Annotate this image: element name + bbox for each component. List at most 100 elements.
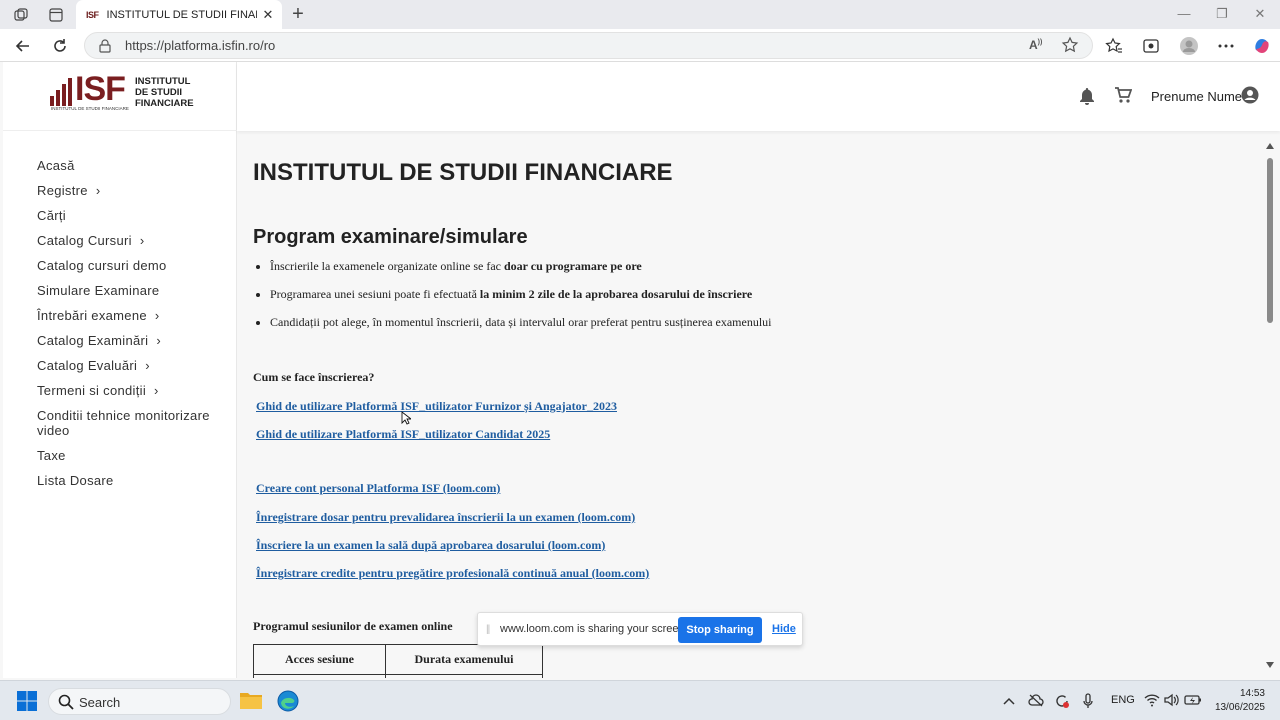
user-name[interactable]: Prenume Nume xyxy=(1151,89,1242,104)
url-text[interactable]: https://platforma.isfin.ro/ro xyxy=(125,38,275,53)
chevron-right-icon: › xyxy=(156,333,161,348)
chevron-right-icon: › xyxy=(139,233,145,248)
sidebar-item-lista-dosare[interactable]: Lista Dosare xyxy=(37,473,227,488)
chevron-up-icon[interactable] xyxy=(1003,693,1015,711)
sidebar-divider xyxy=(3,130,237,131)
battery-icon[interactable] xyxy=(1184,693,1202,711)
account-circle-icon[interactable] xyxy=(1241,86,1259,109)
lock-icon[interactable] xyxy=(99,39,111,58)
table-row: Acces sesiune Durata examenului xyxy=(253,644,543,675)
sidebar-item-catalog-evaluari[interactable]: Catalog Evaluări › xyxy=(37,358,227,373)
sidebar-item-catalog-cursuri[interactable]: Catalog Cursuri › xyxy=(37,233,227,248)
sidebar-item-simulare-examinare[interactable]: Simulare Examinare xyxy=(37,283,227,298)
cloud-icon[interactable] xyxy=(1028,693,1044,712)
mouse-cursor-icon xyxy=(401,411,411,425)
close-window-icon[interactable]: ✕ xyxy=(1252,6,1268,22)
sync-icon[interactable] xyxy=(1054,693,1070,714)
chevron-right-icon: › xyxy=(154,308,160,323)
sidebar-item-intrebari-examene[interactable]: Întrebări examene › xyxy=(37,308,227,323)
page-title: INSTITUTUL DE STUDII FINANCIARE xyxy=(253,159,673,186)
video-register-dossier-link[interactable]: Înregistrare dosar pentru prevalidarea î… xyxy=(256,510,635,525)
section-title: Program examinare/simulare xyxy=(253,226,528,248)
search-label: Search xyxy=(79,695,121,710)
page-header: Prenume Nume xyxy=(237,62,1280,131)
file-explorer-icon[interactable] xyxy=(239,689,263,716)
favorite-star-icon[interactable] xyxy=(1061,36,1079,59)
list-item: Programarea unei sesiuni poate fi efectu… xyxy=(270,287,772,301)
sessions-table: Acces sesiune Durata examenului xyxy=(253,644,543,678)
table-cell xyxy=(385,674,543,678)
favorites-icon[interactable] xyxy=(1103,35,1125,57)
drag-handle-icon[interactable]: || xyxy=(486,624,490,635)
copilot-icon[interactable] xyxy=(1251,35,1273,57)
how-to-register-heading: Cum se face înscrierea? xyxy=(253,370,375,384)
restore-icon[interactable]: ❐ xyxy=(1214,6,1230,22)
sharing-message: www.loom.com is sharing your screen. xyxy=(500,623,688,635)
logo-bars-icon xyxy=(50,78,72,106)
list-item: Înscrierile la examenele organizate onli… xyxy=(270,259,772,273)
table-row xyxy=(253,674,543,678)
browser-titlebar: ISF INSTITUTUL DE STUDII FINANCIARE ✕ + … xyxy=(0,0,1280,29)
sidebar-item-acasa[interactable]: Acasă xyxy=(37,158,227,173)
extensions-icon[interactable] xyxy=(1140,35,1162,57)
scrollbar-thumb[interactable] xyxy=(1267,158,1273,323)
browser-toolbar: https://platforma.isfin.ro/ro A)) xyxy=(0,29,1280,62)
sidebar-item-catalog-cursuri-demo[interactable]: Catalog cursuri demo xyxy=(37,258,227,273)
clock-date: 13/06/2025 xyxy=(1214,702,1265,713)
sidebar-item-conditii-tehnice[interactable]: Conditii tehnice monitorizare video xyxy=(37,408,227,438)
page-scrollbar[interactable] xyxy=(1264,143,1276,678)
isf-logo[interactable]: ISF INSTITUTUL DE STUDII FINANCIARE INST… xyxy=(50,70,210,114)
profile-avatar-icon[interactable] xyxy=(1178,35,1200,57)
cart-icon[interactable] xyxy=(1114,86,1133,109)
browser-tab-active[interactable]: ISF INSTITUTUL DE STUDII FINANCIARE ✕ xyxy=(76,0,282,29)
new-tab-button[interactable]: + xyxy=(288,3,308,25)
workspaces-icon[interactable] xyxy=(12,6,30,24)
microphone-icon[interactable] xyxy=(1082,693,1094,714)
windows-start-icon[interactable] xyxy=(17,691,37,716)
video-create-account-link[interactable]: Creare cont personal Platforma ISF (loom… xyxy=(256,481,500,496)
video-exam-enrollment-link[interactable]: Înscriere la un examen la sală după apro… xyxy=(256,538,605,553)
table-header-cell: Durata examenului xyxy=(385,644,543,675)
video-register-credits-link[interactable]: Înregistrare credite pentru pregătire pr… xyxy=(256,566,649,581)
logo-mark: ISF xyxy=(75,70,126,108)
info-bullets: Înscrierile la examenele organizate onli… xyxy=(270,259,772,343)
table-cell xyxy=(253,674,386,678)
tab-close-icon[interactable]: ✕ xyxy=(263,7,274,23)
guide-furnizor-link[interactable]: Ghid de utilizare Platformă ISF_utilizat… xyxy=(256,399,617,414)
tab-favicon-icon: ISF xyxy=(86,9,99,20)
sidebar-item-carti[interactable]: Cărți xyxy=(37,208,227,223)
logo-tagline: INSTITUTUL DE STUDII FINANCIARE xyxy=(51,106,129,111)
chevron-right-icon: › xyxy=(145,358,150,373)
search-icon xyxy=(58,694,74,715)
back-button[interactable] xyxy=(12,35,34,57)
tab-title: INSTITUTUL DE STUDII FINANCIARE xyxy=(106,8,257,21)
read-aloud-icon[interactable]: A)) xyxy=(1029,38,1042,52)
scroll-up-icon[interactable] xyxy=(1266,143,1274,149)
sidebar-item-termeni-conditii[interactable]: Termeni si condiții › xyxy=(37,383,227,398)
clock-time: 14:53 xyxy=(1239,688,1265,699)
wifi-icon[interactable] xyxy=(1144,693,1160,712)
hide-button[interactable]: Hide xyxy=(772,623,796,635)
guide-candidat-link[interactable]: Ghid de utilizare Platformă ISF_utilizat… xyxy=(256,427,550,442)
taskbar-search[interactable]: Search xyxy=(48,688,231,715)
sidebar-item-registre[interactable]: Registre › xyxy=(37,183,227,198)
more-options-icon[interactable] xyxy=(1215,35,1237,57)
sidebar-item-taxe[interactable]: Taxe xyxy=(37,448,227,463)
address-bar[interactable]: https://platforma.isfin.ro/ro A)) xyxy=(84,32,1093,59)
program-heading: Programul sesiunilor de examen online xyxy=(253,619,453,633)
language-indicator[interactable]: ENG xyxy=(1111,694,1135,706)
screen-sharing-bar: || www.loom.com is sharing your screen. … xyxy=(477,612,803,646)
scroll-down-icon[interactable] xyxy=(1266,662,1274,668)
refresh-button[interactable] xyxy=(49,35,71,57)
logo-name: INSTITUTUL DE STUDII FINANCIARE xyxy=(135,76,194,109)
edge-browser-icon[interactable] xyxy=(276,689,300,718)
volume-icon[interactable] xyxy=(1164,693,1180,712)
list-item: Candidații pot alege, în momentul înscri… xyxy=(270,315,772,329)
system-clock[interactable]: 14:53 13/06/2025 xyxy=(1205,687,1265,715)
table-header-cell: Acces sesiune xyxy=(253,644,386,675)
bell-icon[interactable] xyxy=(1079,87,1095,110)
tab-actions-icon[interactable] xyxy=(47,6,65,24)
minimize-icon[interactable]: — xyxy=(1176,6,1192,22)
stop-sharing-button[interactable]: Stop sharing xyxy=(678,617,762,643)
sidebar-item-catalog-examinari[interactable]: Catalog Examinări › xyxy=(37,333,227,348)
